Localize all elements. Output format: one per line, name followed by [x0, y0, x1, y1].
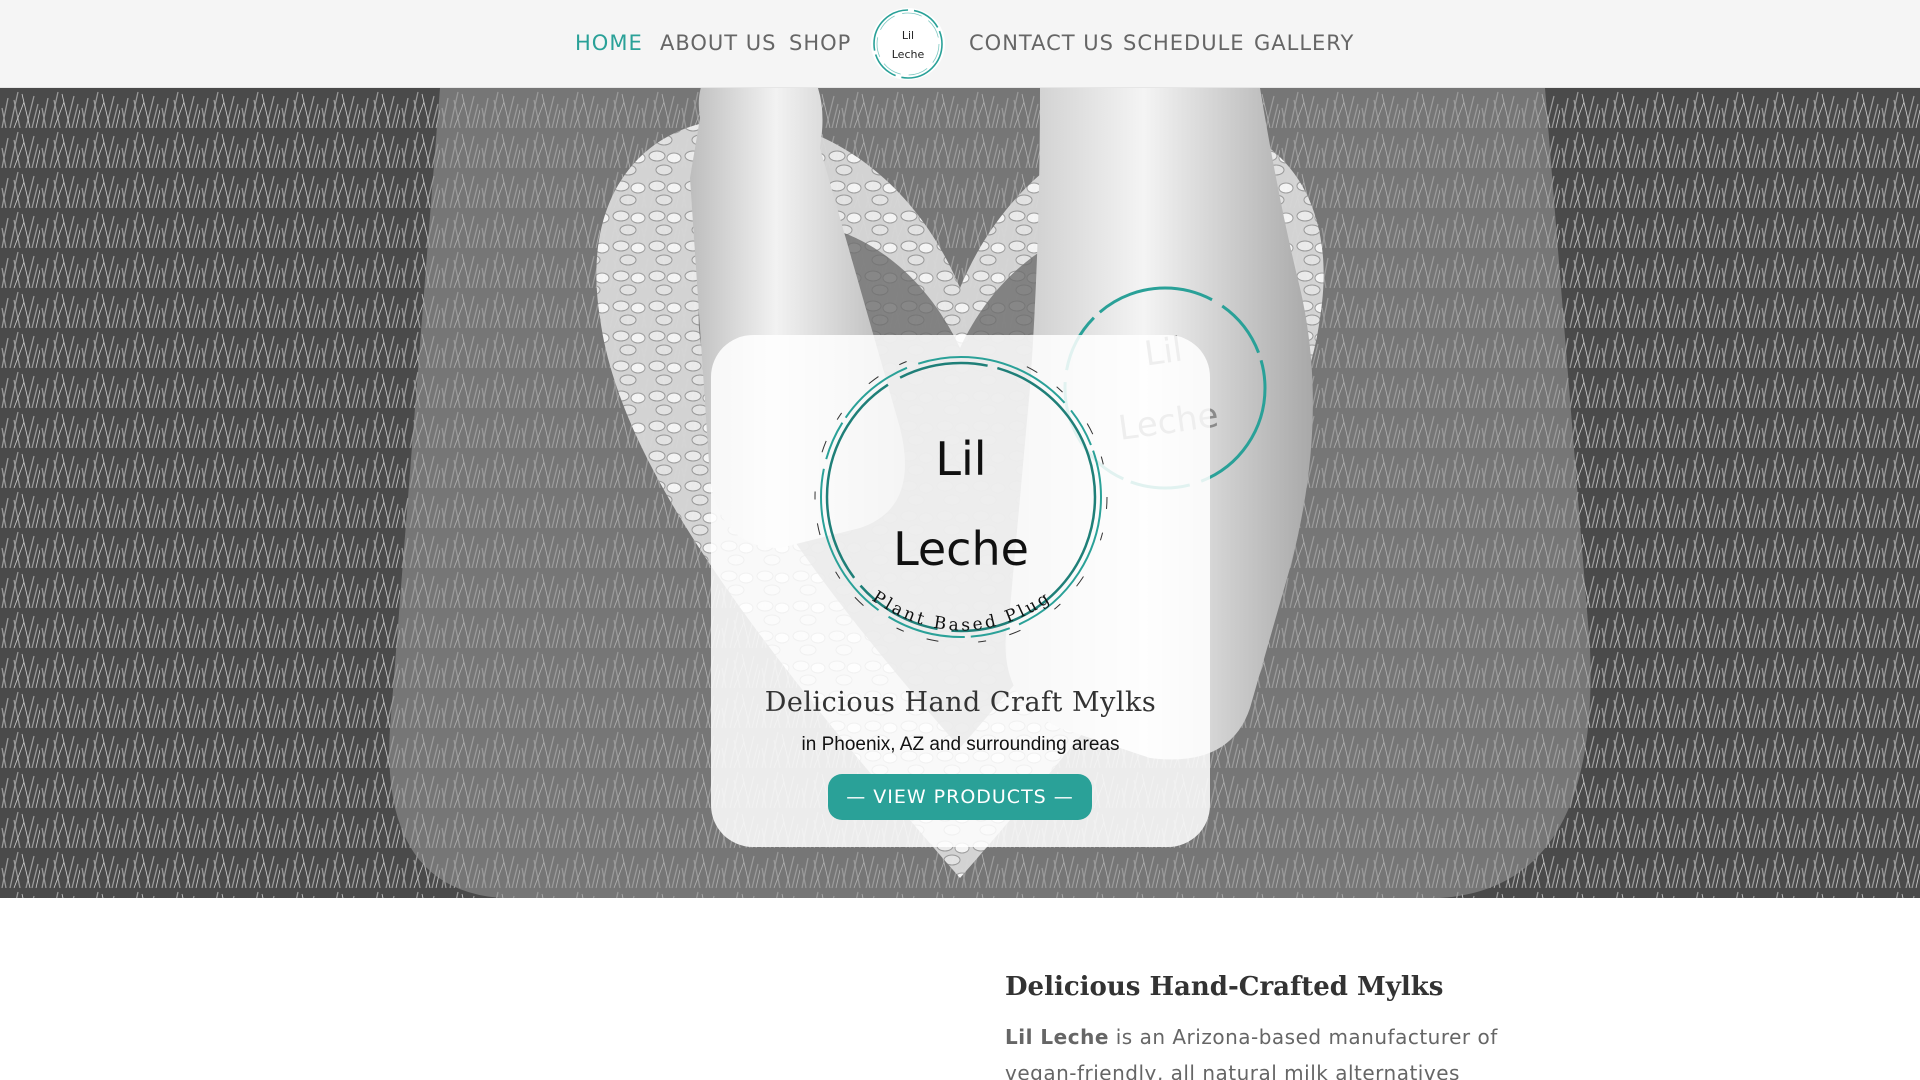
intro-title: Delicious Hand-Crafted Mylks: [1005, 972, 1444, 1002]
hero-card: Lil Leche Plant Based Plug Delicious Han…: [711, 335, 1210, 847]
site-header: HOME ABOUT US SHOP Lil Leche CONTACT US …: [0, 0, 1920, 88]
nav-logo[interactable]: Lil Leche: [871, 8, 945, 80]
nav-home[interactable]: HOME: [575, 30, 643, 56]
nav-contact-us[interactable]: CONTACT US: [969, 30, 1114, 56]
nav-shop[interactable]: SHOP: [789, 30, 851, 56]
logo-text-lil: Lil: [935, 432, 986, 486]
logo-text-leche: Leche: [893, 522, 1029, 576]
nav-logo-line1: Lil: [902, 29, 914, 42]
intro-brand: Lil Leche: [1005, 1025, 1109, 1049]
nav-about-us[interactable]: ABOUT US: [660, 30, 777, 56]
nav-schedule[interactable]: SCHEDULE: [1123, 30, 1245, 56]
hero-section: Lil Leche Lil Leche Plant Based Plug Del…: [0, 88, 1920, 898]
nav-gallery[interactable]: GALLERY: [1254, 30, 1354, 56]
hero-subtitle: in Phoenix, AZ and surrounding areas: [801, 734, 1120, 755]
hero-title: Delicious Hand Craft Mylks: [764, 687, 1157, 718]
view-products-button[interactable]: — VIEW PRODUCTS —: [828, 774, 1092, 820]
intro-text: Lil Leche is an Arizona-based manufactur…: [1005, 1019, 1505, 1080]
brand-logo: Lil Leche Plant Based Plug: [814, 355, 1108, 644]
nav-logo-line2: Leche: [892, 48, 925, 61]
